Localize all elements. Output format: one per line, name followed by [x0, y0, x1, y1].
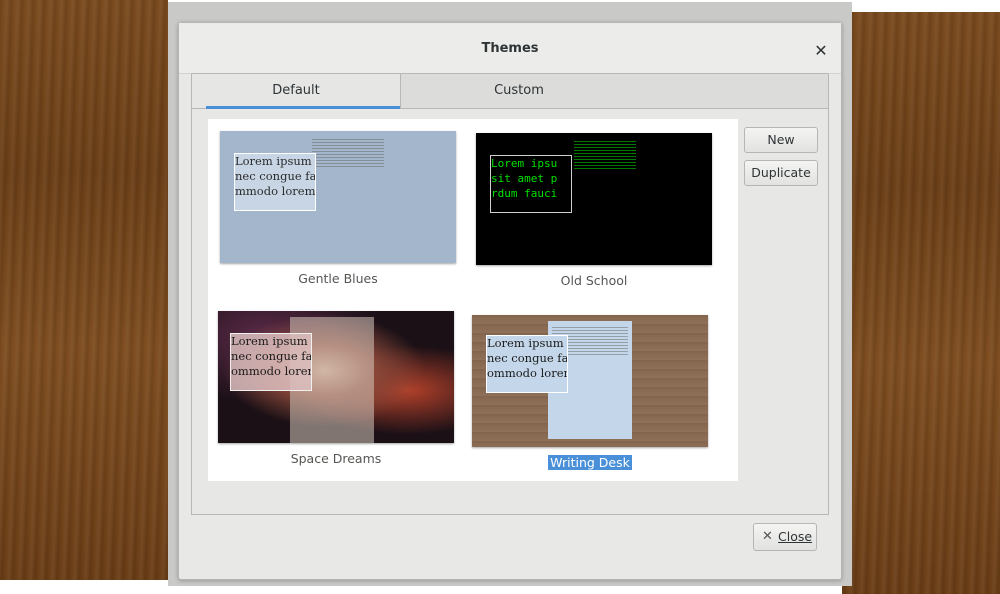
close-button[interactable]: ✕ Close: [753, 523, 817, 551]
theme-notebook: Default Custom Lorem ipsum nec congue fa…: [191, 73, 829, 515]
theme-label-space-dreams: Space Dreams: [290, 451, 382, 466]
theme-item-gentle-blues[interactable]: Lorem ipsum nec congue faci mmodo lorem.…: [220, 131, 456, 286]
close-x-icon: ✕: [762, 529, 773, 544]
sample-text-space-dreams: Lorem ipsum nec congue fac ommodo lorem.: [230, 333, 312, 391]
theme-item-old-school[interactable]: Lorem ipsu sit amet p rdum fauci Old Sch…: [476, 133, 712, 288]
new-button[interactable]: New: [744, 127, 818, 153]
theme-label-old-school: Old School: [560, 273, 628, 288]
theme-label-writing-desk: Writing Desk: [548, 455, 632, 470]
close-button-label: Close: [778, 529, 813, 544]
duplicate-button[interactable]: Duplicate: [744, 160, 818, 186]
sample-text-old-school: Lorem ipsu sit amet p rdum fauci: [490, 155, 572, 213]
tab-bar: Default Custom: [192, 74, 828, 109]
theme-preview-space-dreams: Lorem ipsum nec congue fac ommodo lorem.: [218, 311, 454, 443]
themes-dialog: Themes ✕ Default Custom Lorem ipsum nec …: [178, 22, 842, 580]
theme-preview-old-school: Lorem ipsu sit amet p rdum fauci: [476, 133, 712, 265]
sample-text-gentle-blues: Lorem ipsum nec congue faci mmodo lorem.: [234, 153, 316, 211]
dialog-title: Themes: [481, 41, 539, 56]
theme-label-gentle-blues: Gentle Blues: [298, 271, 378, 286]
tab-custom[interactable]: Custom: [401, 74, 637, 108]
title-bar: Themes ✕: [179, 23, 841, 74]
theme-preview-writing-desk: Lorem ipsum nec congue fac ommodo lorem.: [472, 315, 708, 447]
theme-grid: Lorem ipsum nec congue faci mmodo lorem.…: [208, 119, 738, 481]
tab-content: Lorem ipsum nec congue faci mmodo lorem.…: [192, 109, 828, 514]
wood-background-left: [0, 0, 168, 580]
close-icon[interactable]: ✕: [813, 43, 829, 59]
tab-default[interactable]: Default: [192, 74, 401, 109]
theme-item-space-dreams[interactable]: Lorem ipsum nec congue fac ommodo lorem.…: [218, 311, 454, 466]
theme-item-writing-desk[interactable]: Lorem ipsum nec congue fac ommodo lorem.…: [472, 315, 708, 470]
wood-background-right: [842, 12, 1000, 594]
theme-preview-gentle-blues: Lorem ipsum nec congue faci mmodo lorem.: [220, 131, 456, 263]
sample-text-writing-desk: Lorem ipsum nec congue fac ommodo lorem.: [486, 335, 568, 393]
